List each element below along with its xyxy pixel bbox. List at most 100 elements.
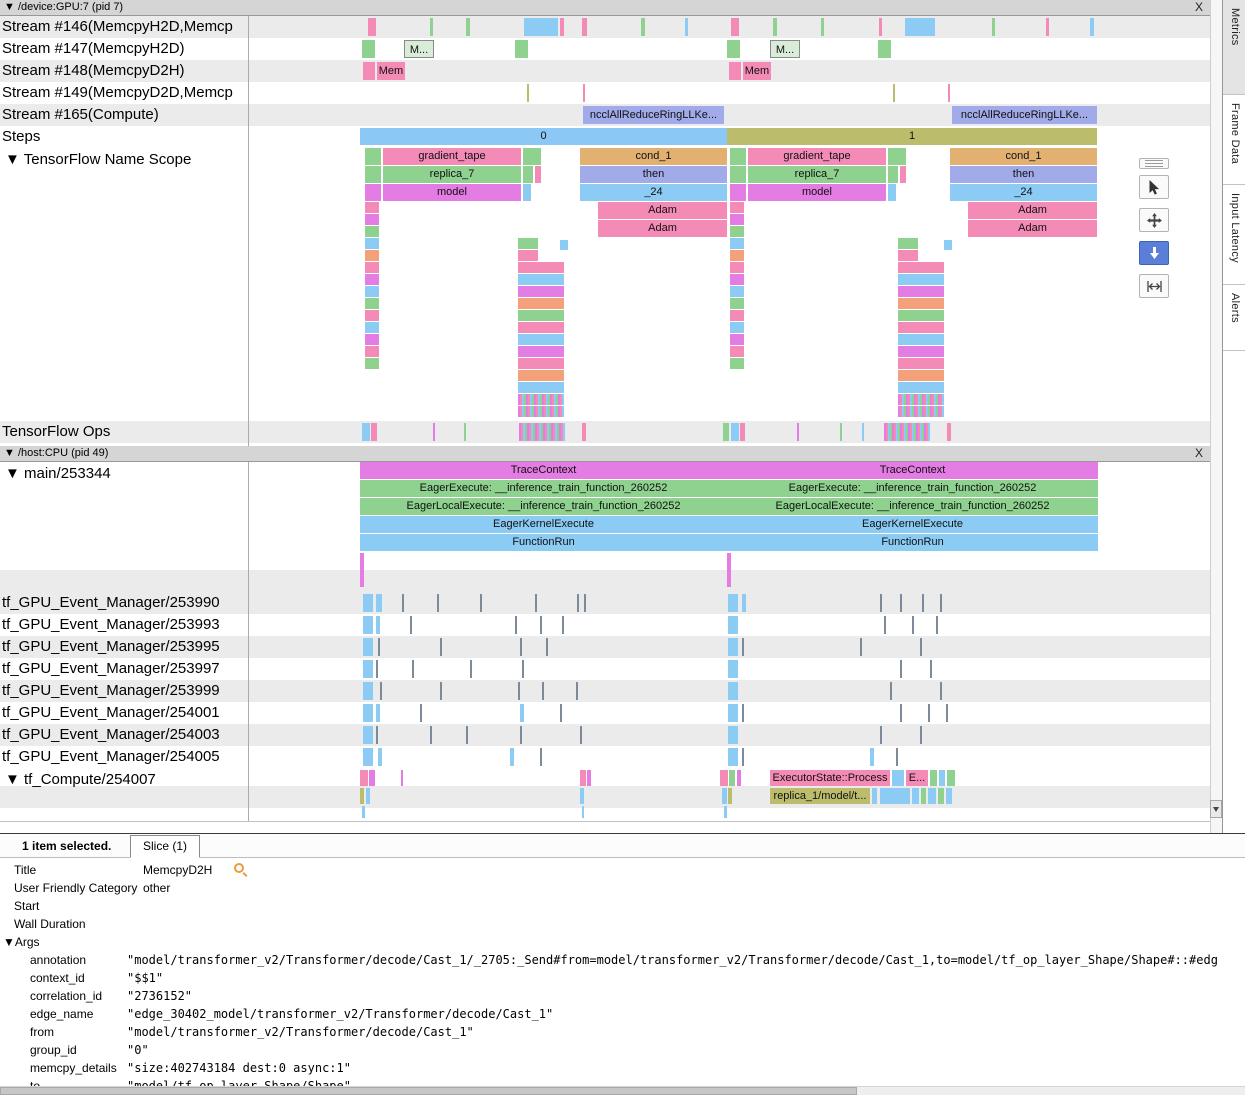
trace-slice[interactable] <box>896 748 898 766</box>
trace-slice[interactable] <box>363 594 373 612</box>
slice-tab[interactable]: Slice (1) <box>130 835 200 858</box>
trace-slice[interactable] <box>540 616 542 634</box>
trace-slice[interactable]: Mem <box>743 62 771 80</box>
trace-slice[interactable] <box>936 616 938 634</box>
trace-slice[interactable] <box>524 18 558 36</box>
cpu-section-close-button[interactable]: X <box>1195 446 1203 461</box>
trace-slice[interactable] <box>728 660 738 678</box>
trace-slice[interactable] <box>731 18 739 36</box>
trace-slice[interactable]: EagerLocalExecute: __inference_train_fun… <box>727 498 1098 515</box>
flame-segment[interactable] <box>730 346 744 357</box>
trace-slice[interactable] <box>363 682 373 700</box>
trace-slice[interactable] <box>928 788 936 804</box>
flame-segment[interactable] <box>365 346 379 357</box>
trace-slice[interactable] <box>728 704 738 722</box>
trace-slice[interactable] <box>401 770 403 786</box>
trace-slice[interactable]: ncclAllReduceRingLLKe... <box>583 106 724 124</box>
tab-metrics[interactable]: Metrics <box>1223 0 1245 95</box>
flame-segment[interactable] <box>730 310 744 321</box>
trace-slice[interactable] <box>720 770 728 786</box>
trace-canvas[interactable]: ▼ /device:GPU:7 (pid 7) X ▼ /host:CPU (p… <box>0 0 1210 833</box>
trace-slice[interactable] <box>433 423 435 441</box>
flame-segment[interactable] <box>898 406 944 417</box>
timing-tool-button[interactable] <box>1139 274 1169 298</box>
trace-slice[interactable] <box>371 423 377 441</box>
trace-slice[interactable] <box>582 423 586 441</box>
trace-slice[interactable] <box>363 704 373 722</box>
vertical-scrollbar[interactable] <box>1210 0 1222 833</box>
trace-slice[interactable]: Adam <box>598 220 727 237</box>
trace-slice[interactable] <box>582 18 587 36</box>
flame-segment[interactable] <box>730 202 744 213</box>
trace-slice[interactable] <box>922 594 924 612</box>
trace-slice[interactable] <box>900 660 902 678</box>
trace-slice[interactable] <box>542 682 544 700</box>
trace-slice[interactable] <box>523 184 531 201</box>
trace-slice[interactable] <box>1090 18 1094 36</box>
trace-slice[interactable] <box>920 638 922 656</box>
trace-slice[interactable]: 1 <box>727 128 1097 145</box>
flame-segment[interactable] <box>730 322 744 333</box>
trace-slice[interactable] <box>728 594 738 612</box>
tab-alerts[interactable]: Alerts <box>1223 285 1245 351</box>
trace-slice[interactable] <box>724 806 727 818</box>
flame-segment[interactable] <box>518 286 564 297</box>
trace-slice[interactable] <box>527 84 529 102</box>
flame-segment[interactable] <box>898 310 944 321</box>
trace-slice[interactable] <box>880 726 882 744</box>
trace-slice[interactable] <box>884 616 886 634</box>
trace-slice[interactable] <box>912 616 914 634</box>
flame-segment[interactable] <box>518 298 564 309</box>
trace-slice[interactable] <box>729 770 735 786</box>
trace-slice[interactable] <box>440 682 442 700</box>
flame-segment[interactable] <box>730 226 744 237</box>
trace-slice[interactable] <box>948 84 950 102</box>
trace-slice[interactable]: then <box>950 166 1097 183</box>
trace-slice[interactable] <box>939 770 945 786</box>
trace-slice[interactable] <box>947 423 951 441</box>
trace-slice[interactable] <box>365 184 381 201</box>
flame-segment[interactable] <box>898 382 944 393</box>
trace-slice[interactable] <box>363 616 373 634</box>
trace-slice[interactable]: model <box>748 184 886 201</box>
trace-slice[interactable] <box>728 616 738 634</box>
trace-slice[interactable] <box>641 18 645 36</box>
trace-slice[interactable] <box>562 616 564 634</box>
magnifier-icon[interactable] <box>234 863 244 873</box>
trace-slice[interactable] <box>363 660 373 678</box>
trace-slice[interactable] <box>519 423 565 441</box>
trace-slice[interactable]: EagerLocalExecute: __inference_train_fun… <box>360 498 727 515</box>
flame-segment[interactable] <box>518 250 538 261</box>
trace-slice[interactable] <box>376 704 380 722</box>
selection-tool-button[interactable] <box>1139 175 1169 199</box>
cpu-section-header[interactable]: ▼ /host:CPU (pid 49) X <box>0 446 1210 462</box>
zoom-tool-button[interactable] <box>1139 241 1169 265</box>
trace-slice[interactable] <box>365 148 381 165</box>
trace-slice[interactable] <box>376 616 380 634</box>
trace-slice[interactable]: Adam <box>598 202 727 219</box>
horizontal-scrollbar[interactable] <box>0 1086 1245 1095</box>
flame-segment[interactable] <box>898 394 944 405</box>
trace-slice[interactable] <box>862 423 864 441</box>
trace-slice[interactable] <box>722 788 727 804</box>
trace-slice[interactable] <box>905 18 935 36</box>
flame-segment[interactable] <box>730 358 744 369</box>
trace-slice[interactable] <box>510 748 514 766</box>
trace-slice[interactable]: EagerExecute: __inference_train_function… <box>727 480 1098 497</box>
flame-segment[interactable] <box>518 382 564 393</box>
flame-segment[interactable] <box>365 274 379 285</box>
trace-slice[interactable] <box>947 770 955 786</box>
trace-slice[interactable]: ncclAllReduceRingLLKe... <box>952 106 1097 124</box>
trace-slice[interactable] <box>412 660 414 678</box>
trace-slice[interactable]: replica_7 <box>748 166 886 183</box>
trace-slice[interactable] <box>730 148 746 165</box>
trace-slice[interactable] <box>944 240 952 250</box>
trace-slice[interactable]: Adam <box>968 202 1097 219</box>
trace-slice[interactable] <box>723 423 729 441</box>
flame-segment[interactable] <box>365 358 379 369</box>
trace-slice[interactable] <box>520 638 522 656</box>
flame-segment[interactable] <box>518 406 564 417</box>
trace-slice[interactable] <box>410 616 412 634</box>
trace-slice[interactable] <box>938 788 944 804</box>
trace-slice[interactable] <box>420 704 422 722</box>
